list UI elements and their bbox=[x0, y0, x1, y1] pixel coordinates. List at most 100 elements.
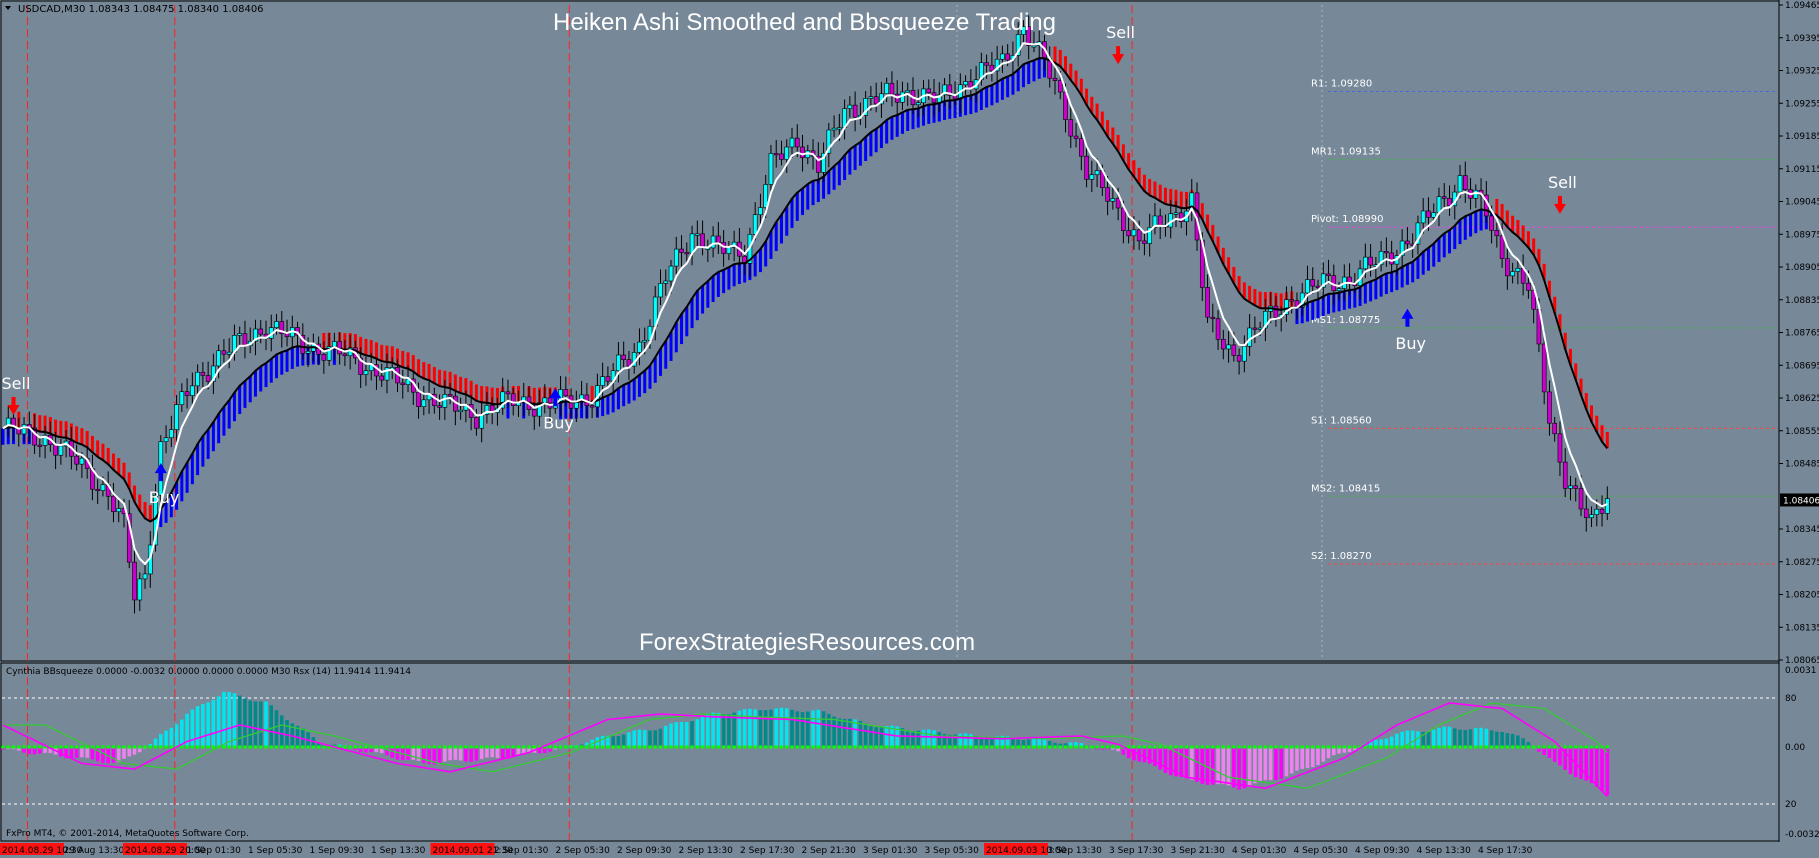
squeeze-dot bbox=[1484, 745, 1489, 749]
x-tick-label: 2 Sep 01:30 bbox=[494, 846, 549, 856]
squeeze-dot bbox=[1379, 745, 1383, 749]
squeeze-dot bbox=[1111, 745, 1115, 749]
squeeze-dot bbox=[1032, 745, 1036, 749]
squeeze-dot bbox=[521, 745, 526, 749]
candle-body bbox=[773, 153, 779, 156]
ha-bar bbox=[232, 392, 236, 422]
ha-bar bbox=[290, 347, 294, 369]
histogram-bar bbox=[1179, 747, 1184, 778]
squeeze-dot bbox=[127, 745, 132, 749]
y-tick-label: 1.08275 bbox=[1785, 558, 1819, 568]
squeeze-dot bbox=[1463, 745, 1468, 749]
histogram-bar bbox=[1216, 747, 1220, 785]
indicator-tick-label: -0.0032 bbox=[1785, 830, 1819, 840]
candle-body bbox=[1105, 187, 1110, 202]
squeeze-dot bbox=[663, 745, 668, 749]
ha-bar bbox=[590, 385, 594, 403]
histogram-bar bbox=[648, 730, 652, 747]
squeeze-dot bbox=[863, 745, 868, 749]
ha-bar bbox=[811, 180, 815, 206]
squeeze-dot bbox=[832, 745, 836, 749]
candle-body bbox=[1173, 212, 1179, 215]
ha-bar bbox=[1179, 191, 1183, 208]
y-tick-label: 1.08205 bbox=[1785, 591, 1819, 601]
candle-body bbox=[1315, 285, 1321, 288]
squeeze-dot bbox=[1295, 745, 1299, 749]
squeeze-dot bbox=[1084, 745, 1089, 749]
current-price-label: 1.08406 bbox=[1783, 496, 1819, 506]
squeeze-dot bbox=[1011, 745, 1015, 749]
histogram-bar bbox=[1410, 730, 1415, 747]
squeeze-dot bbox=[658, 745, 663, 749]
squeeze-dot bbox=[111, 745, 116, 749]
candle-body bbox=[1031, 45, 1037, 48]
squeeze-dot bbox=[1132, 745, 1136, 749]
ha-bar bbox=[1432, 243, 1436, 267]
ha-bar bbox=[117, 458, 121, 475]
ha-bar bbox=[611, 392, 615, 413]
candle-body bbox=[242, 333, 248, 346]
histogram-bar bbox=[201, 703, 205, 747]
squeeze-dot bbox=[1058, 745, 1063, 749]
squeeze-dot bbox=[458, 745, 463, 749]
ha-bar bbox=[453, 374, 457, 391]
squeeze-dot bbox=[821, 745, 826, 749]
pivot-label: MR1: 1.09135 bbox=[1311, 146, 1381, 157]
histogram-bar bbox=[716, 713, 721, 747]
squeeze-dot bbox=[879, 745, 884, 749]
squeeze-dot bbox=[1300, 745, 1305, 749]
histogram-bar bbox=[222, 691, 226, 747]
histogram-bar bbox=[437, 747, 442, 764]
x-tick-label: 3 Sep 01:30 bbox=[863, 846, 918, 856]
squeeze-dot bbox=[795, 745, 800, 749]
squeeze-dot bbox=[932, 745, 936, 749]
buy-label: Buy bbox=[149, 488, 180, 507]
histogram-bar bbox=[274, 710, 279, 747]
ha-bar bbox=[206, 429, 210, 459]
ha-bar bbox=[906, 109, 910, 131]
squeeze-dot bbox=[769, 745, 773, 749]
candle-body bbox=[163, 437, 169, 442]
squeeze-dot bbox=[1258, 745, 1262, 749]
candle-body bbox=[1079, 138, 1084, 157]
candle-body bbox=[1242, 346, 1247, 362]
candle-body bbox=[400, 382, 406, 385]
squeeze-dot bbox=[301, 745, 305, 749]
histogram-bar bbox=[1510, 733, 1515, 747]
squeeze-dot bbox=[1542, 745, 1546, 749]
histogram-bar bbox=[453, 747, 458, 760]
x-tick-label: 3 Sep 21:30 bbox=[1171, 846, 1226, 856]
ha-bar bbox=[90, 435, 94, 453]
candle-body bbox=[1336, 288, 1342, 292]
ha-bar bbox=[869, 132, 873, 157]
histogram-bar bbox=[700, 716, 705, 747]
candle-body bbox=[1247, 327, 1252, 347]
squeeze-dot bbox=[248, 745, 253, 749]
candle-body bbox=[784, 146, 790, 160]
trading-chart: MR2: 1.09495R1: 1.09280MR1: 1.09135Pivot… bbox=[0, 0, 1819, 858]
ha-bar bbox=[1426, 247, 1430, 271]
squeeze-dot bbox=[1505, 745, 1510, 749]
squeeze-dot bbox=[1053, 745, 1057, 749]
symbol-info: USDCAD,M30 1.08343 1.08475 1.08340 1.084… bbox=[18, 4, 264, 15]
ha-bar bbox=[1, 428, 5, 445]
candle-body bbox=[53, 444, 58, 456]
histogram-bar bbox=[1426, 731, 1431, 747]
squeeze-dot bbox=[148, 745, 153, 749]
candle-body bbox=[1347, 276, 1352, 283]
x-tick-label: 1 Sep 01:30 bbox=[187, 846, 242, 856]
ha-bar bbox=[1411, 261, 1415, 283]
candle-body bbox=[1226, 344, 1231, 350]
squeeze-dot bbox=[1342, 745, 1347, 749]
x-tick-label: 2 Sep 21:30 bbox=[802, 846, 857, 856]
x-tick-label: 4 Sep 01:30 bbox=[1232, 846, 1287, 856]
candle-body bbox=[616, 354, 621, 372]
histogram-bar bbox=[784, 708, 789, 747]
squeeze-dot bbox=[432, 745, 437, 749]
candle-body bbox=[752, 214, 758, 235]
histogram-bar bbox=[1605, 747, 1610, 796]
x-tick-label: 2 Sep 05:30 bbox=[556, 846, 611, 856]
candle-body bbox=[21, 424, 27, 435]
squeeze-dot bbox=[59, 745, 63, 749]
squeeze-dot bbox=[195, 745, 200, 749]
